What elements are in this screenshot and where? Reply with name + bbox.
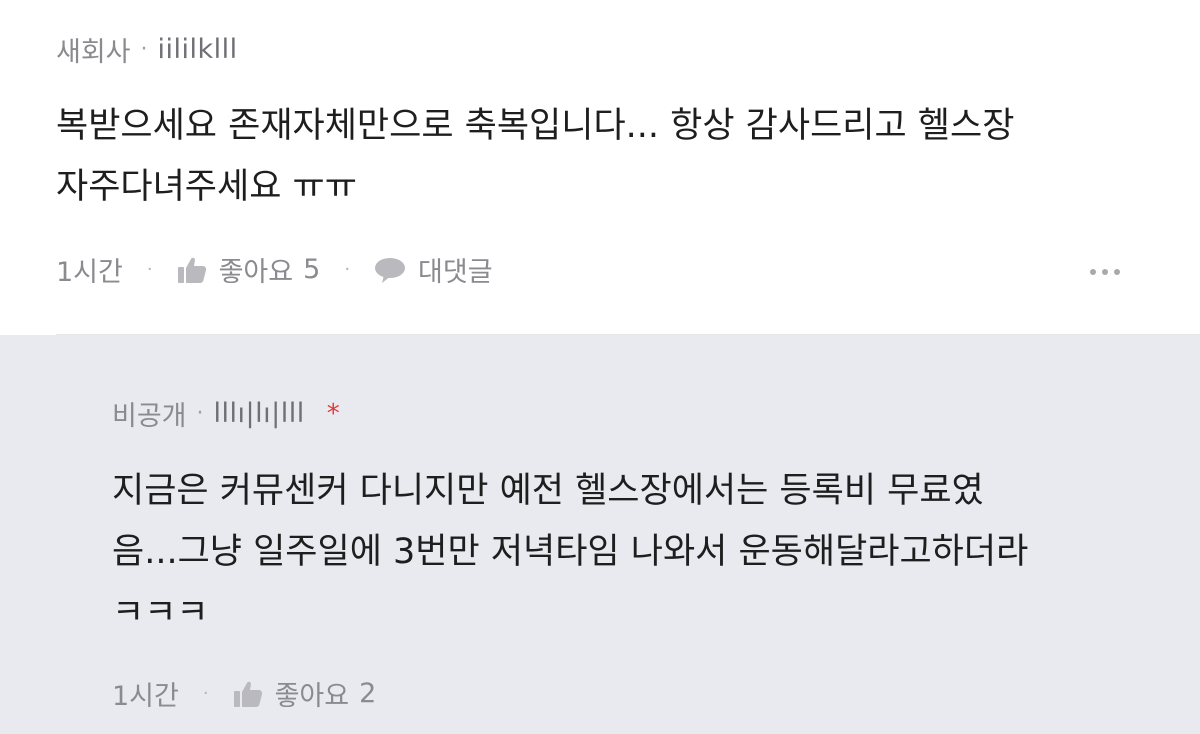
like-label: 좋아요 [274,681,350,712]
like-button[interactable]: 좋아요 5 [177,250,321,289]
reply-label: 대댓글 [418,257,493,288]
speech-bubble-icon [375,257,406,283]
comment-username[interactable]: iililklll [158,34,238,65]
like-button[interactable]: 좋아요 2 [233,674,377,713]
comment-body: 복받으세요 존재자체만으로 축복입니다... 항상 감사드리고 헬스장 자주다녀… [56,96,1014,218]
reply-item: 비공개 · lllı|lı|lll * 지금은 커뮤센커 다니지만 예전 헬스장… [0,335,1200,734]
comment-meta: 새회사 · iililklll [56,30,238,69]
more-options-button[interactable] [1086,265,1124,279]
comment-time: 1시간 [56,257,123,288]
action-separator: · [202,683,209,704]
meta-separator: · [196,401,204,426]
comment-body-line: 복받으세요 존재자체만으로 축복입니다... 항상 감사드리고 헬스장 [56,106,1015,146]
like-count: 2 [359,678,377,709]
action-separator: · [146,259,153,280]
comment-time: 1시간 [112,681,179,712]
comment-body: 지금은 커뮤센커 다니지만 예전 헬스장에서는 등록비 무료였 음...그냥 일… [112,461,1028,644]
comment-actions: 1시간 · 좋아요 2 [112,674,376,713]
reply-button[interactable]: 대댓글 [374,250,493,289]
action-separator: · [344,259,351,280]
comment-username[interactable]: lllı|lı|lll [214,398,305,429]
comment-actions: 1시간 · 좋아요 5 · 대댓글 [56,250,493,289]
thumbs-up-icon [177,257,206,283]
more-dots-icon [1090,269,1096,275]
like-label: 좋아요 [218,257,294,288]
comment-body-line: 지금은 커뮤센커 다니지만 예전 헬스장에서는 등록비 무료였 [112,471,984,511]
comment-author[interactable]: 새회사 [56,30,131,69]
comment-author[interactable]: 비공개 [112,394,187,433]
comment-body-line: 음...그냥 일주일에 3번만 저녁타임 나와서 운동해달라고하더라 [112,532,1029,572]
meta-separator: · [140,37,148,62]
thumbs-up-icon [233,681,262,707]
author-badge: * [326,398,340,429]
comment-meta: 비공개 · lllı|lı|lll * [112,394,340,433]
like-count: 5 [303,254,321,285]
comment-body-line: ㅋㅋㅋ [112,593,209,633]
comment-item: 새회사 · iililklll 복받으세요 존재자체만으로 축복입니다... 항… [0,0,1200,334]
comment-body-line: 자주다녀주세요 ㅠㅠ [56,167,357,207]
